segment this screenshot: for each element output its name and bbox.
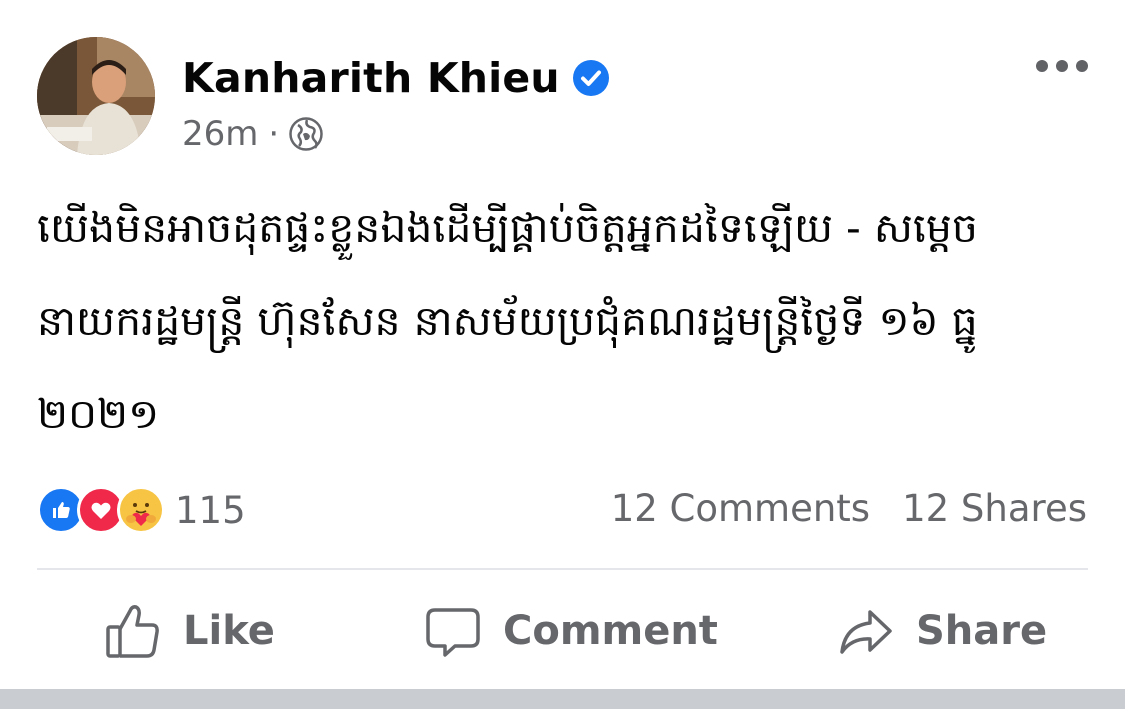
globe-icon <box>289 117 323 151</box>
thumbs-up-icon <box>106 605 159 658</box>
reactions-summary[interactable]: 115 <box>37 486 246 534</box>
care-reaction-icon <box>117 486 165 534</box>
author-name[interactable]: Kanharith Khieu <box>182 54 560 102</box>
share-label: Share <box>916 608 1048 654</box>
comment-label: Comment <box>503 608 718 654</box>
divider <box>37 568 1088 570</box>
comment-bubble-icon <box>426 608 480 657</box>
share-button[interactable]: Share <box>838 596 1047 666</box>
post-timestamp[interactable]: 26m <box>182 114 258 154</box>
share-arrow-icon <box>840 610 892 654</box>
more-options-icon[interactable] <box>1036 54 1088 78</box>
post-text: យើងមិនអាចដុតផ្ទះខ្លួនឯងដើម្បីផ្គាប់ចិត្ត… <box>37 204 978 438</box>
avatar[interactable] <box>37 37 155 155</box>
reaction-count: 115 <box>175 488 246 532</box>
verified-badge-icon <box>572 60 609 96</box>
bottom-separator <box>0 689 1125 709</box>
meta-separator: · <box>268 114 280 154</box>
like-button[interactable]: Like <box>105 596 275 666</box>
comment-button[interactable]: Comment <box>425 596 718 666</box>
avatar-photo <box>37 37 155 155</box>
like-label: Like <box>183 608 275 654</box>
comments-count[interactable]: 12 Comments <box>611 487 870 530</box>
shares-count[interactable]: 12 Shares <box>902 487 1087 530</box>
